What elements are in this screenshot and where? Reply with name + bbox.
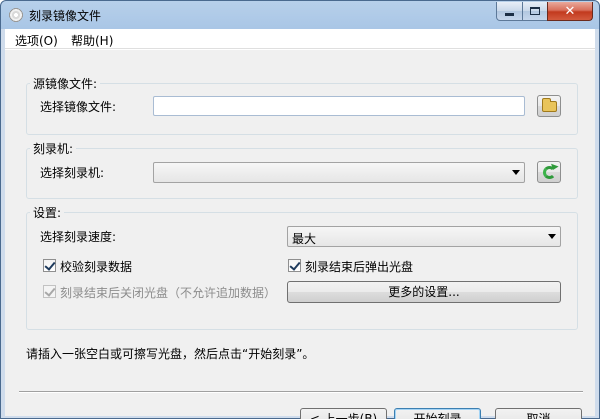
select-burner-label: 选择刻录机:	[40, 166, 105, 180]
minimize-icon	[505, 13, 514, 16]
burn-speed-value: 最大	[292, 232, 317, 246]
bottom-separator	[19, 391, 583, 393]
browse-button[interactable]	[537, 95, 561, 117]
verify-data-label: 校验刻录数据	[60, 260, 133, 274]
client-area: 选项(O) 帮助(H) 源镜像文件: 选择镜像文件: 刻录机: 选择刻录机: 设…	[5, 29, 595, 419]
eject-disc-checkbox[interactable]	[288, 259, 301, 272]
title-bar[interactable]: 刻录镜像文件 ✕	[1, 1, 599, 29]
disc-app-icon	[8, 7, 24, 23]
settings-group: 设置: 选择刻录速度: 最大 校验刻录数据 刻录结束后弹出光盘 刻录结束后关闭光…	[26, 204, 578, 330]
burn-image-window: 刻录镜像文件 ✕ 选项(O) 帮助(H) 源镜像文件: 选择镜像文件: 刻录机:…	[0, 0, 600, 419]
status-text: 请插入一张空白或可擦写光盘，然后点击“开始刻录”。	[26, 347, 315, 361]
burn-speed-select[interactable]: 最大	[287, 226, 561, 247]
folder-icon	[542, 98, 557, 112]
cancel-button[interactable]: 取消	[495, 408, 582, 419]
image-file-input[interactable]	[153, 96, 525, 116]
chevron-down-icon	[512, 170, 520, 175]
back-button[interactable]: < 上一步(B)	[300, 408, 387, 419]
close-button[interactable]: ✕	[547, 2, 593, 21]
maximize-icon	[530, 7, 540, 15]
window-title: 刻录镜像文件	[29, 9, 102, 23]
menu-bar: 选项(O) 帮助(H)	[5, 29, 595, 49]
more-settings-button[interactable]: 更多的设置...	[287, 281, 561, 303]
burn-speed-label: 选择刻录速度:	[40, 230, 117, 244]
refresh-burner-button[interactable]	[537, 161, 561, 183]
menu-help[interactable]: 帮助(H)	[71, 32, 113, 49]
close-icon: ✕	[564, 3, 576, 19]
refresh-icon	[543, 166, 556, 179]
source-image-group: 源镜像文件: 选择镜像文件:	[26, 75, 578, 135]
maximize-button[interactable]	[522, 2, 548, 21]
minimize-button[interactable]	[496, 2, 523, 21]
chevron-down-icon	[548, 234, 556, 239]
source-group-title: 源镜像文件:	[30, 75, 101, 92]
select-image-label: 选择镜像文件:	[40, 100, 117, 114]
close-disc-label: 刻录结束后关闭光盘（不允许追加数据）	[60, 286, 277, 300]
start-burn-button[interactable]: 开始刻录	[394, 408, 481, 419]
burner-group: 刻录机: 选择刻录机:	[26, 140, 578, 199]
close-disc-checkbox	[43, 285, 56, 298]
burner-group-title: 刻录机:	[30, 140, 77, 157]
eject-disc-label: 刻录结束后弹出光盘	[305, 260, 414, 274]
menu-options[interactable]: 选项(O)	[15, 32, 58, 49]
verify-data-checkbox[interactable]	[43, 259, 56, 272]
settings-group-title: 设置:	[30, 204, 65, 221]
dialog-content: 源镜像文件: 选择镜像文件: 刻录机: 选择刻录机: 设置: 选择刻录速度: 最…	[5, 50, 595, 419]
burner-select[interactable]	[153, 162, 525, 183]
